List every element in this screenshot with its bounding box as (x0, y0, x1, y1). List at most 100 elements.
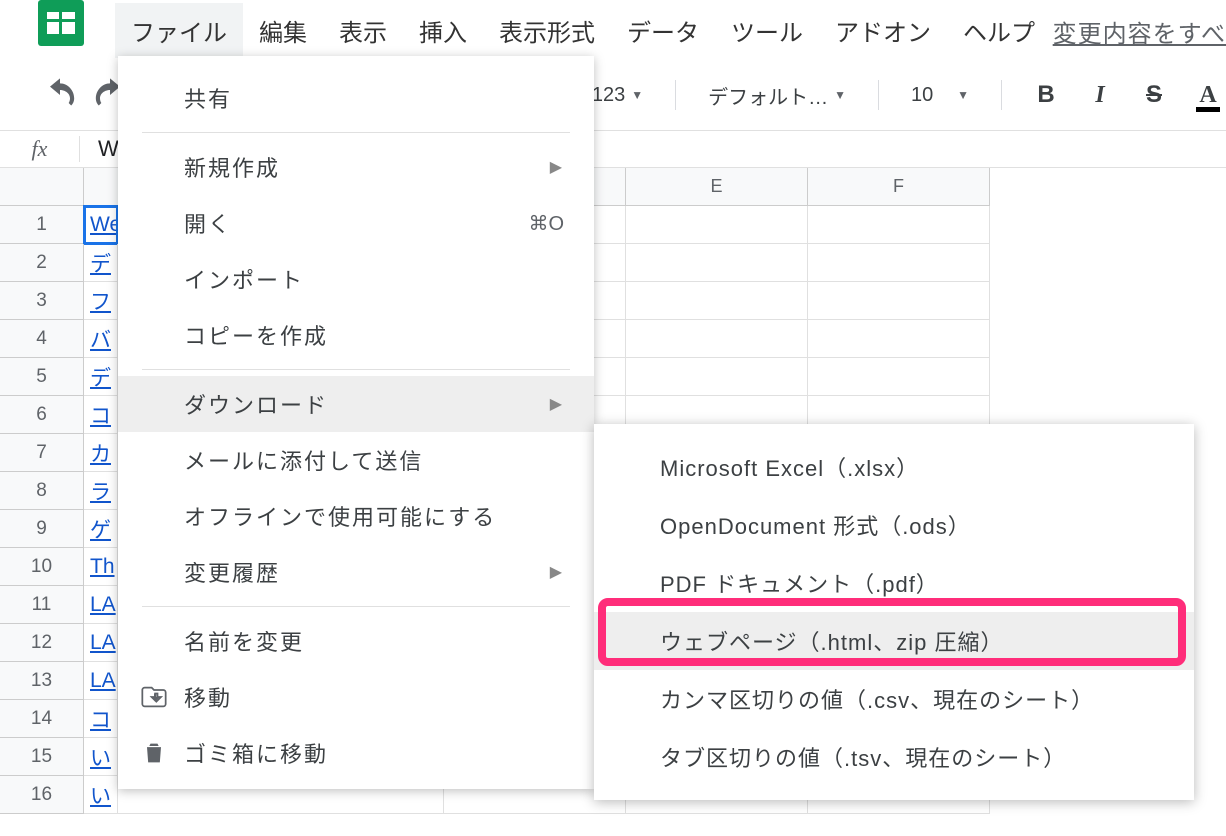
separator (878, 80, 879, 110)
formula-input[interactable]: W (80, 136, 119, 162)
row-header[interactable]: 5 (0, 358, 84, 396)
cell[interactable] (808, 358, 990, 396)
italic-button[interactable]: I (1082, 77, 1118, 113)
chevron-down-icon: ▼ (957, 88, 969, 102)
row-header[interactable]: 6 (0, 396, 84, 434)
menu-insert[interactable]: 挿入 (403, 3, 483, 58)
submenu-arrow-icon: ▶ (550, 157, 564, 177)
download-csv[interactable]: カンマ区切りの値（.csv、現在のシート） (594, 670, 1194, 728)
menu-download[interactable]: ダウンロード▶ (118, 376, 594, 432)
cell[interactable] (808, 320, 990, 358)
cell[interactable]: い (84, 738, 118, 776)
separator (675, 80, 676, 110)
menu-data[interactable]: データ (611, 3, 715, 58)
cell[interactable] (626, 358, 808, 396)
menu-help[interactable]: ヘルプ (947, 3, 1051, 58)
download-ods[interactable]: OpenDocument 形式（.ods） (594, 496, 1194, 554)
menu-tools[interactable]: ツール (715, 3, 819, 58)
changes-saved-link[interactable]: 変更内容をすべ (1053, 14, 1226, 49)
cell[interactable]: LA (84, 586, 118, 624)
separator (142, 606, 570, 607)
row-header[interactable]: 9 (0, 510, 84, 548)
cell[interactable]: We (84, 206, 118, 244)
font-size-label: 10 (911, 84, 933, 107)
cell[interactable] (626, 320, 808, 358)
cell[interactable] (626, 244, 808, 282)
cell[interactable]: Th (84, 548, 118, 586)
menu-offline[interactable]: オフラインで使用可能にする (118, 488, 594, 544)
submenu-arrow-icon: ▶ (550, 562, 564, 582)
cell[interactable]: コ (84, 396, 118, 434)
number-format-label: 123 (592, 84, 625, 107)
row-header[interactable]: 13 (0, 662, 84, 700)
cell[interactable]: い (84, 776, 118, 814)
row-header[interactable]: 14 (0, 700, 84, 738)
cell[interactable]: フ (84, 282, 118, 320)
select-all-corner[interactable] (0, 168, 84, 206)
row-header[interactable]: 11 (0, 586, 84, 624)
font-dropdown[interactable]: デフォルト… ▼ (702, 81, 852, 110)
text-color-button[interactable]: A (1190, 77, 1226, 113)
menu-open[interactable]: 開く⌘O (118, 195, 594, 251)
cell[interactable]: ゲ (84, 510, 118, 548)
font-label: デフォルト… (708, 81, 828, 110)
row-header[interactable]: 12 (0, 624, 84, 662)
cell[interactable]: バ (84, 320, 118, 358)
font-size-dropdown[interactable]: 10 ▼ (905, 84, 975, 107)
menu-make-copy[interactable]: コピーを作成 (118, 307, 594, 363)
cell[interactable] (626, 206, 808, 244)
menu-rename[interactable]: 名前を変更 (118, 613, 594, 669)
menu-format[interactable]: 表示形式 (483, 3, 611, 58)
download-tsv[interactable]: タブ区切りの値（.tsv、現在のシート） (594, 728, 1194, 786)
download-pdf[interactable]: PDF ドキュメント（.pdf） (594, 554, 1194, 612)
row-header[interactable]: 2 (0, 244, 84, 282)
trash-icon (140, 739, 168, 767)
separator (142, 369, 570, 370)
sheets-logo-icon[interactable] (38, 0, 84, 46)
menu-version-history[interactable]: 変更履歴▶ (118, 544, 594, 600)
row-header[interactable]: 10 (0, 548, 84, 586)
menu-share[interactable]: 共有 (118, 70, 594, 126)
cell[interactable]: デ (84, 358, 118, 396)
cell[interactable] (808, 206, 990, 244)
cell[interactable] (808, 244, 990, 282)
bold-button[interactable]: B (1028, 77, 1064, 113)
menu-file[interactable]: ファイル (115, 3, 243, 58)
strikethrough-button[interactable]: S (1136, 77, 1172, 113)
column-header-e[interactable]: E (626, 168, 808, 206)
menu-addons[interactable]: アドオン (819, 3, 947, 58)
cell[interactable]: デ (84, 244, 118, 282)
column-header[interactable] (84, 168, 118, 206)
row-header[interactable]: 1 (0, 206, 84, 244)
chevron-down-icon: ▼ (631, 88, 643, 102)
cell[interactable]: LA (84, 662, 118, 700)
cell[interactable]: カ (84, 434, 118, 472)
separator (1001, 80, 1002, 110)
menu-view[interactable]: 表示 (323, 3, 403, 58)
menubar: ファイル 編集 表示 挿入 表示形式 データ ツール アドオン ヘルプ (115, 8, 1051, 52)
menu-trash[interactable]: ゴミ箱に移動 (118, 725, 594, 781)
number-format-dropdown[interactable]: 123 ▼ (586, 84, 649, 107)
download-xlsx[interactable]: Microsoft Excel（.xlsx） (594, 438, 1194, 496)
download-html[interactable]: ウェブページ（.html、zip 圧縮） (594, 612, 1194, 670)
file-menu-dropdown: 共有 新規作成▶ 開く⌘O インポート コピーを作成 ダウンロード▶ メールに添… (118, 56, 594, 789)
row-header[interactable]: 3 (0, 282, 84, 320)
menu-move[interactable]: 移動 (118, 669, 594, 725)
cell[interactable] (808, 282, 990, 320)
menu-import[interactable]: インポート (118, 251, 594, 307)
menu-email-attachment[interactable]: メールに添付して送信 (118, 432, 594, 488)
submenu-arrow-icon: ▶ (550, 394, 564, 414)
row-header[interactable]: 16 (0, 776, 84, 814)
undo-icon[interactable] (40, 75, 80, 115)
row-header[interactable]: 4 (0, 320, 84, 358)
menu-edit[interactable]: 編集 (243, 3, 323, 58)
cell[interactable]: LA (84, 624, 118, 662)
row-header[interactable]: 7 (0, 434, 84, 472)
menu-new[interactable]: 新規作成▶ (118, 139, 594, 195)
cell[interactable]: ラ (84, 472, 118, 510)
cell[interactable]: コ (84, 700, 118, 738)
row-header[interactable]: 8 (0, 472, 84, 510)
cell[interactable] (626, 282, 808, 320)
column-header-f[interactable]: F (808, 168, 990, 206)
row-header[interactable]: 15 (0, 738, 84, 776)
